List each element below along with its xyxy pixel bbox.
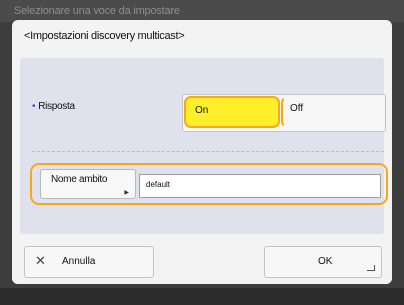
response-on-label: On bbox=[195, 105, 209, 116]
background-footer bbox=[0, 288, 404, 305]
ok-button[interactable]: OK bbox=[264, 246, 382, 278]
settings-panel: • Risposta Off On Nome ambito ▶ default bbox=[20, 58, 388, 234]
dialog-title: <Impostazioni discovery multicast> bbox=[24, 30, 185, 42]
bullet-icon: • bbox=[32, 101, 36, 112]
cancel-button[interactable]: ✕ Annulla bbox=[24, 246, 154, 278]
ok-button-label: OK bbox=[318, 256, 333, 267]
scope-name-button-label: Nome ambito bbox=[51, 174, 108, 185]
close-icon: ✕ bbox=[35, 253, 46, 268]
triangle-indicator-icon: ▶ bbox=[124, 190, 129, 196]
background-header: Selezionare una voce da impostare bbox=[0, 0, 404, 22]
background-header-text: Selezionare una voce da impostare bbox=[14, 5, 180, 17]
response-off-label: Off bbox=[290, 103, 304, 114]
multicast-discovery-dialog: <Impostazioni discovery multicast> • Risp… bbox=[12, 20, 392, 284]
scope-name-field[interactable]: default bbox=[139, 174, 381, 198]
scope-name-button[interactable]: Nome ambito ▶ bbox=[40, 169, 136, 199]
response-label: • Risposta bbox=[32, 101, 75, 112]
response-label-text: Risposta bbox=[38, 101, 75, 112]
scope-name-value: default bbox=[146, 180, 171, 189]
enter-corner-icon bbox=[367, 265, 375, 271]
section-divider bbox=[32, 151, 384, 152]
cancel-button-label: Annulla bbox=[62, 256, 96, 267]
response-off-button[interactable]: Off bbox=[282, 94, 385, 130]
response-on-button[interactable]: On bbox=[184, 96, 280, 128]
